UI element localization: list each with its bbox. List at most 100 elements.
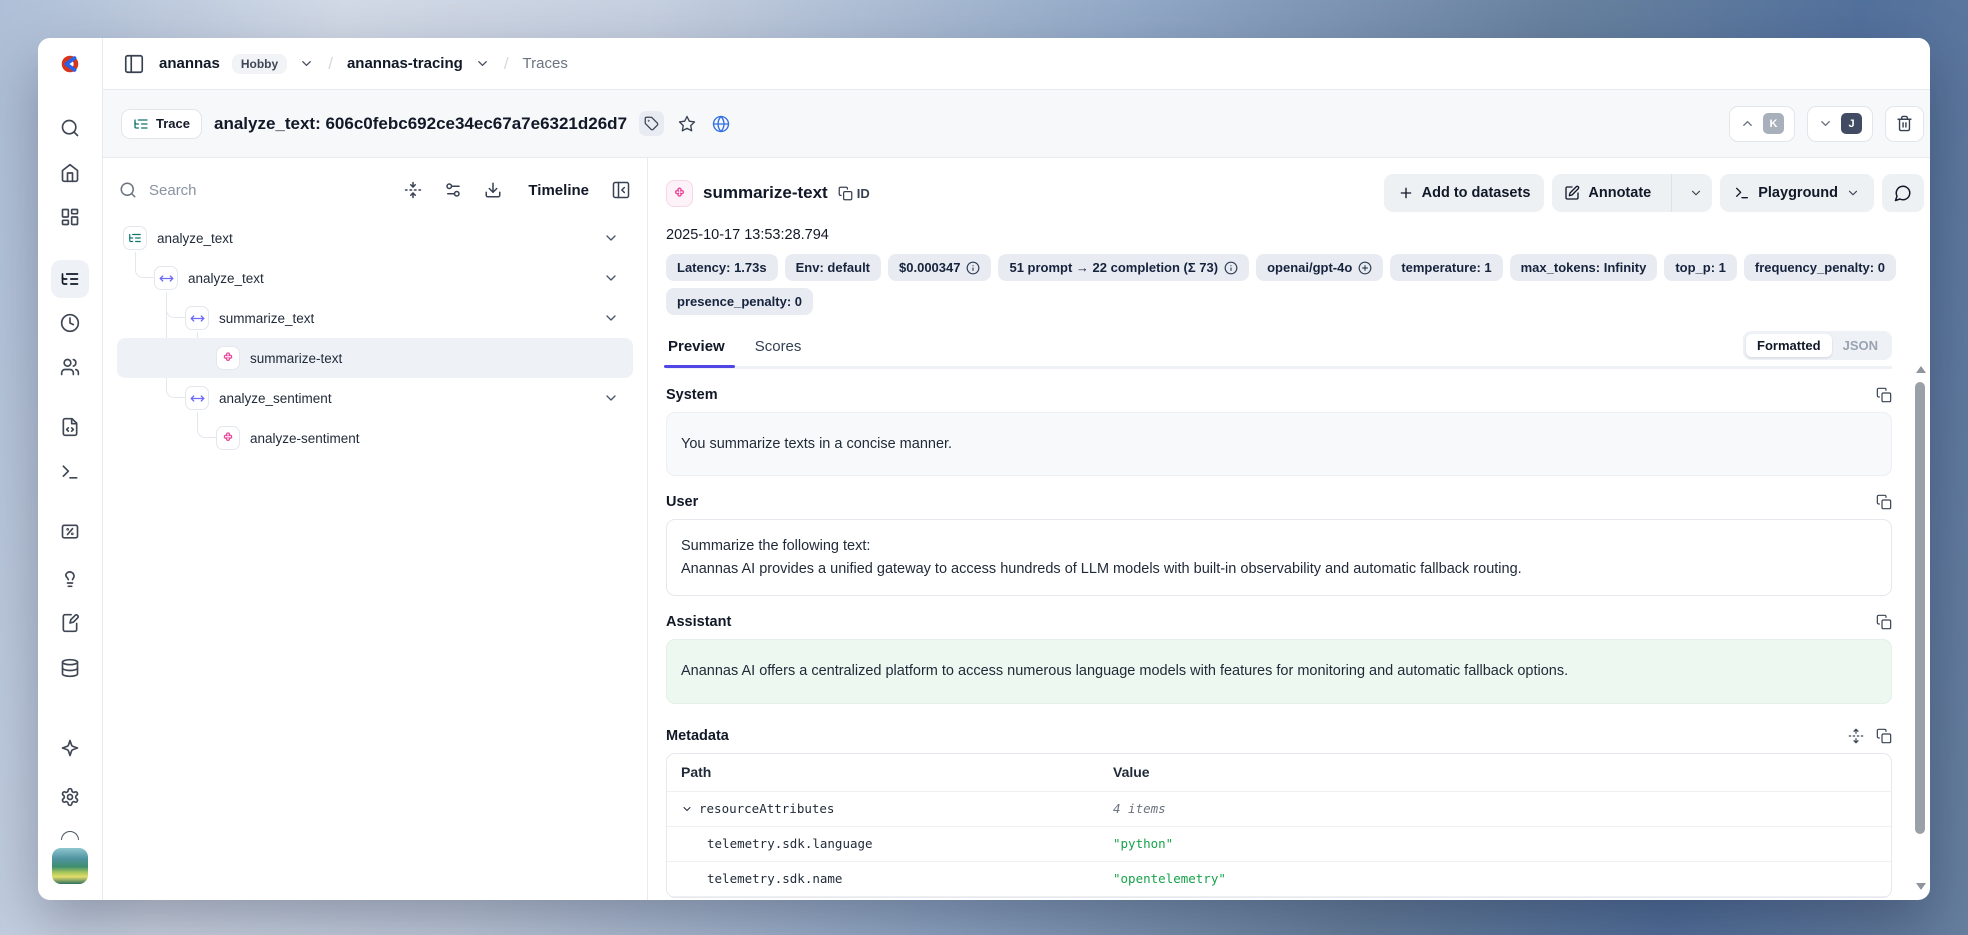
chevron-down-icon[interactable] bbox=[603, 270, 619, 286]
id-label: ID bbox=[857, 186, 870, 201]
copy-id-button[interactable]: ID bbox=[838, 186, 870, 201]
shortcut-k-key: K bbox=[1763, 113, 1784, 134]
metadata-row-group[interactable]: resourceAttributes 4 items bbox=[667, 792, 1891, 827]
scroll-down-arrow[interactable] bbox=[1916, 883, 1926, 890]
chevron-down-icon[interactable] bbox=[603, 390, 619, 406]
info-icon bbox=[966, 261, 980, 275]
tracing-icon-active[interactable] bbox=[51, 260, 89, 298]
annotate-button[interactable]: Annotate bbox=[1552, 174, 1663, 212]
chevron-down-icon[interactable] bbox=[603, 230, 619, 246]
panel-collapse-icon[interactable] bbox=[611, 180, 631, 200]
latency-badge: Latency: 1.73s bbox=[666, 254, 778, 281]
datasets-database-icon[interactable] bbox=[60, 658, 80, 678]
search-icon[interactable] bbox=[60, 118, 80, 138]
chevron-down-icon[interactable] bbox=[603, 310, 619, 326]
assistant-section-header: Assistant bbox=[666, 614, 1892, 630]
metadata-col-value: Value bbox=[1113, 764, 1877, 780]
playground-button[interactable]: Playground bbox=[1720, 174, 1874, 212]
metadata-col-path: Path bbox=[681, 764, 1113, 780]
copy-icon[interactable] bbox=[1876, 494, 1892, 510]
globe-public-icon[interactable] bbox=[710, 113, 732, 135]
circle-plus-icon bbox=[1358, 261, 1372, 275]
sessions-clock-icon[interactable] bbox=[60, 313, 80, 333]
user-avatar[interactable] bbox=[52, 848, 88, 884]
annotate-split-button[interactable]: Annotate bbox=[1552, 174, 1712, 212]
org-plan-badge: Hobby bbox=[232, 54, 287, 74]
chevron-down-icon[interactable] bbox=[681, 803, 693, 815]
user-message-line2: Anannas AI provides a unified gateway to… bbox=[681, 558, 1877, 580]
tree-node-label: analyze_sentiment bbox=[219, 391, 332, 406]
tag-icon[interactable] bbox=[639, 111, 664, 136]
observation-detail-panel: summarize-text ID Add to datasets Annota… bbox=[648, 158, 1930, 900]
scroll-up-arrow[interactable] bbox=[1916, 366, 1926, 373]
tree-node-label: summarize_text bbox=[219, 311, 314, 326]
copy-icon[interactable] bbox=[1876, 387, 1892, 403]
settings-gear-icon[interactable] bbox=[60, 787, 80, 807]
add-to-datasets-label: Add to datasets bbox=[1422, 185, 1531, 201]
annotate-label: Annotate bbox=[1588, 185, 1651, 201]
system-message-text: You summarize texts in a concise manner. bbox=[681, 436, 952, 452]
metadata-path: telemetry.sdk.name bbox=[707, 871, 842, 886]
main-column: anannas Hobby / anannas-tracing / Traces… bbox=[103, 38, 1930, 900]
format-formatted-option[interactable]: Formatted bbox=[1746, 334, 1832, 357]
tokens-badge[interactable]: 51 prompt → 22 completion (Σ 73) bbox=[998, 254, 1249, 281]
tab-preview[interactable]: Preview bbox=[666, 332, 727, 365]
detail-scrollbar[interactable] bbox=[1914, 366, 1927, 890]
comments-button[interactable] bbox=[1882, 174, 1924, 212]
dashboard-icon[interactable] bbox=[60, 207, 80, 227]
tree-node-generation-selected[interactable]: summarize-text bbox=[117, 338, 633, 378]
assistant-label: Assistant bbox=[666, 614, 731, 630]
tree-node-label: analyze-sentiment bbox=[250, 431, 360, 446]
metadata-path: telemetry.sdk.language bbox=[707, 836, 873, 851]
breadcrumb-project[interactable]: anannas-tracing bbox=[347, 55, 463, 72]
download-icon[interactable] bbox=[484, 181, 502, 199]
timeline-toggle[interactable]: Timeline bbox=[528, 182, 589, 199]
trace-tree-panel: Timeline analyze_text bbox=[103, 158, 648, 900]
breadcrumb-org[interactable]: anannas bbox=[159, 55, 220, 72]
tree-node-generation[interactable]: analyze-sentiment bbox=[117, 418, 633, 458]
observation-title: summarize-text bbox=[703, 183, 828, 203]
assistant-message-box: Anannas AI offers a centralized platform… bbox=[666, 639, 1892, 703]
model-badge[interactable]: openai/gpt-4o bbox=[1256, 254, 1383, 281]
metadata-value: 4 items bbox=[1113, 801, 1877, 816]
format-json-option[interactable]: JSON bbox=[1832, 334, 1889, 357]
top-bar: anannas Hobby / anannas-tracing / Traces bbox=[103, 38, 1930, 90]
tree-node-span[interactable]: summarize_text bbox=[117, 298, 633, 338]
copy-icon[interactable] bbox=[1876, 728, 1892, 744]
breadcrumb-section[interactable]: Traces bbox=[523, 55, 568, 72]
temperature-badge: temperature: 1 bbox=[1390, 254, 1502, 281]
users-icon[interactable] bbox=[60, 357, 80, 377]
star-icon[interactable] bbox=[676, 113, 698, 135]
tree-node-span[interactable]: analyze_text bbox=[117, 258, 633, 298]
tree-node-span[interactable]: analyze_sentiment bbox=[117, 378, 633, 418]
tab-scores[interactable]: Scores bbox=[753, 332, 804, 365]
sidebar-rail bbox=[38, 38, 103, 900]
evals-monitor-icon[interactable] bbox=[60, 522, 80, 542]
chevron-down-icon[interactable] bbox=[299, 56, 314, 71]
annotation-notebook-pen-icon[interactable] bbox=[60, 613, 80, 633]
expand-icon[interactable] bbox=[1848, 728, 1864, 744]
collapse-all-icon[interactable] bbox=[404, 181, 422, 199]
playground-terminal-icon[interactable] bbox=[60, 462, 80, 482]
breadcrumb-separator: / bbox=[502, 54, 511, 74]
copy-icon[interactable] bbox=[1876, 614, 1892, 630]
next-trace-button[interactable]: J bbox=[1807, 106, 1873, 142]
add-to-datasets-button[interactable]: Add to datasets bbox=[1384, 174, 1545, 212]
upgrade-sparkle-icon[interactable] bbox=[60, 738, 80, 758]
home-icon[interactable] bbox=[60, 163, 80, 183]
annotate-dropdown-chevron[interactable] bbox=[1680, 174, 1712, 212]
prompts-file-code-icon[interactable] bbox=[60, 417, 80, 437]
detail-header: summarize-text ID Add to datasets Annota… bbox=[666, 174, 1924, 212]
delete-trace-button[interactable] bbox=[1885, 106, 1924, 142]
panel-left-toggle-icon[interactable] bbox=[121, 51, 147, 77]
view-settings-icon[interactable] bbox=[444, 181, 462, 199]
chevron-down-icon bbox=[1846, 186, 1860, 200]
chevron-down-icon[interactable] bbox=[475, 56, 490, 71]
tree-node-trace[interactable]: analyze_text bbox=[117, 218, 633, 258]
tree-search-input[interactable] bbox=[149, 182, 382, 199]
trace-title: analyze_text: 606c0febc692ce34ec67a7e632… bbox=[214, 114, 627, 134]
scrollbar-thumb[interactable] bbox=[1915, 382, 1925, 834]
cost-badge[interactable]: $0.000347 bbox=[888, 254, 991, 281]
prev-trace-button[interactable]: K bbox=[1729, 106, 1795, 142]
lightbulb-icon[interactable] bbox=[60, 568, 80, 588]
